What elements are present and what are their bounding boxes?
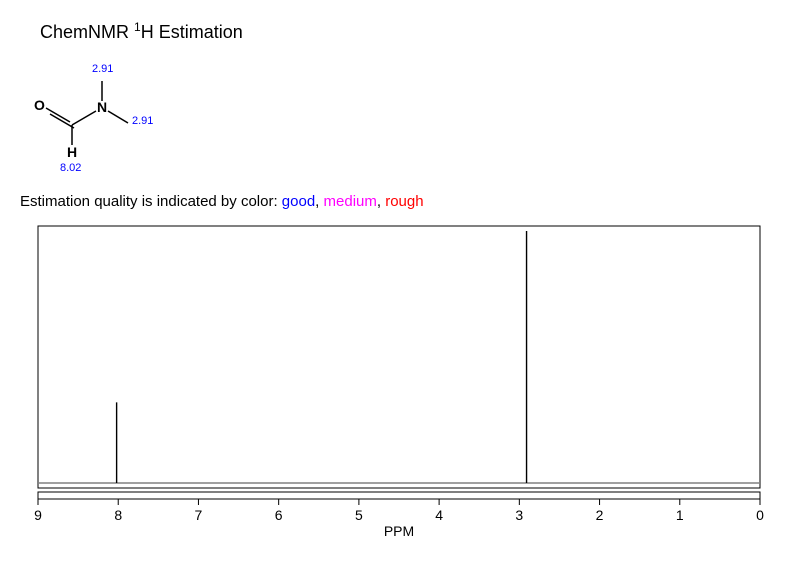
quality-sep1: ,: [315, 193, 323, 210]
plot-border: [38, 226, 760, 488]
title-rest: H Estimation: [141, 22, 243, 42]
x-tick-label: 2: [596, 507, 604, 523]
molecule-structure: O N H 2.91 2.91 8.02: [20, 53, 200, 193]
shift-label-bottom: 8.02: [60, 162, 81, 174]
quality-legend: Estimation quality is indicated by color…: [20, 193, 780, 210]
page-title: ChemNMR 1H Estimation: [40, 20, 780, 43]
quality-good: good: [282, 193, 315, 210]
shift-label-top: 2.91: [92, 63, 113, 75]
shift-label-right: 2.91: [132, 115, 153, 127]
x-axis-label: PPM: [384, 523, 414, 539]
nmr-spectrum-chart: 9 8 7 6 5 4 3 2 1 0 PPM: [20, 218, 770, 548]
chart-svg: 9 8 7 6 5 4 3 2 1 0 PPM: [20, 218, 770, 548]
title-prefix: ChemNMR: [40, 22, 134, 42]
x-tick-label: 6: [275, 507, 283, 523]
x-tick-label: 1: [676, 507, 684, 523]
quality-rough: rough: [385, 193, 423, 210]
atom-label-n: N: [97, 99, 107, 115]
quality-sep2: ,: [377, 193, 385, 210]
quality-medium: medium: [324, 193, 377, 210]
x-tick-label: 5: [355, 507, 363, 523]
x-tick-label: 3: [515, 507, 523, 523]
x-tick-label: 0: [756, 507, 764, 523]
axis-bar: [38, 492, 760, 499]
atom-label-o: O: [34, 97, 45, 113]
x-tick-label: 9: [34, 507, 42, 523]
x-tick-label: 4: [435, 507, 443, 523]
x-tick-label: 8: [114, 507, 122, 523]
x-tick-label: 7: [195, 507, 203, 523]
quality-prefix: Estimation quality is indicated by color…: [20, 193, 282, 210]
title-superscript: 1: [134, 20, 141, 34]
atom-label-h: H: [67, 144, 77, 160]
